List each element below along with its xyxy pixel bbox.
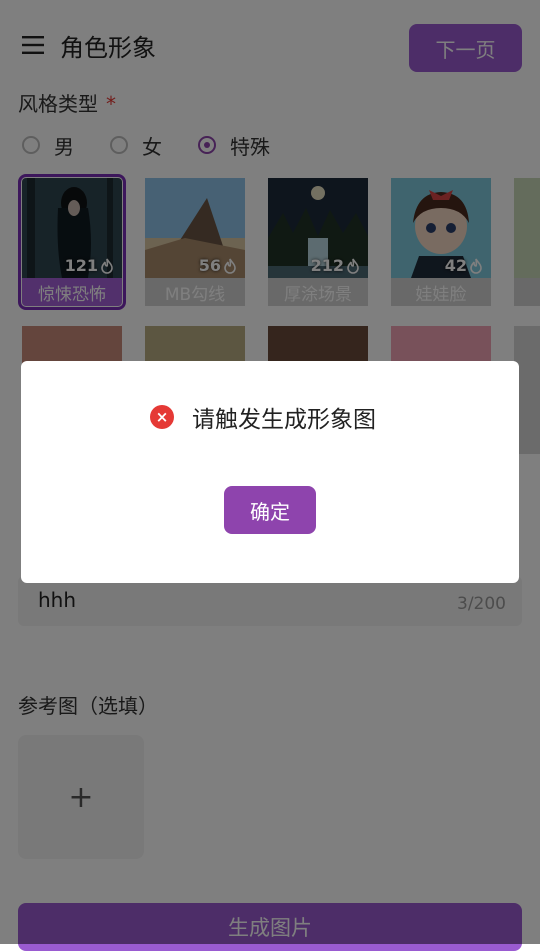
error-icon: × — [150, 405, 174, 429]
confirm-button[interactable]: 确定 — [224, 486, 316, 534]
dialog-message: × 请触发生成形象图 — [150, 400, 376, 434]
alert-dialog — [21, 361, 519, 583]
dialog-message-text: 请触发生成形象图 — [192, 407, 376, 433]
